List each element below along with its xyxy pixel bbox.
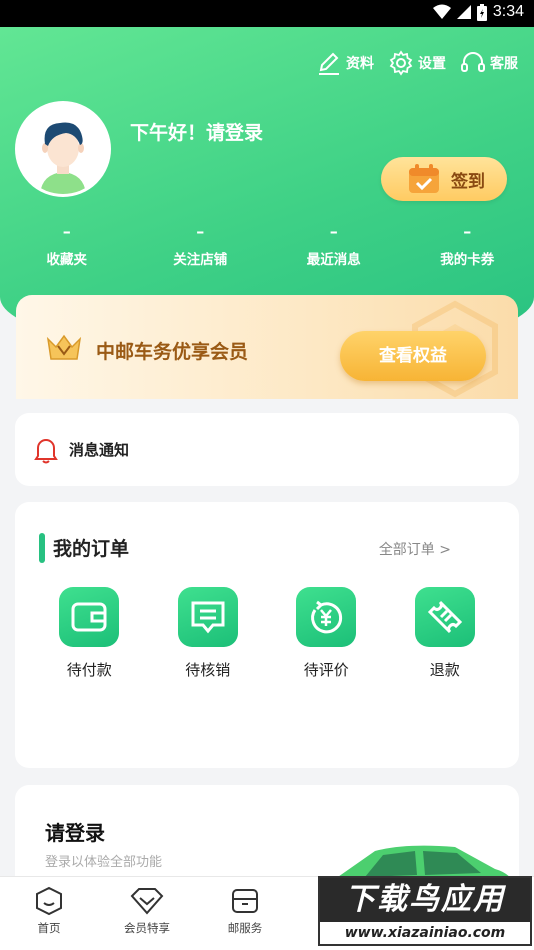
bell-icon: [34, 438, 58, 463]
stat-label: 收藏夹: [46, 252, 88, 268]
watermark: 下载鸟应用 www.xiazainiao.com: [318, 876, 532, 946]
greeting-text[interactable]: 下午好！请登录: [130, 118, 263, 145]
stat-value: –: [62, 222, 71, 241]
profile-stats: – 收藏夹 – 关注店铺 – 最近消息 – 我的卡券: [0, 222, 534, 268]
profile-info-button[interactable]: 资料: [316, 50, 374, 76]
battery-icon: [476, 3, 487, 21]
vip-banner[interactable]: 中邮车务优享会员 查看权益: [16, 295, 518, 399]
all-orders-link[interactable]: 全部订单 >: [379, 539, 451, 559]
stat-value: –: [196, 222, 205, 241]
order-refund[interactable]: 退款: [386, 587, 505, 680]
stat-label: 最近消息: [306, 252, 361, 268]
customer-service-button[interactable]: 客服: [460, 50, 518, 76]
header-actions: 资料 设置 客服: [316, 50, 518, 76]
diamond-icon: [130, 888, 164, 915]
settings-button[interactable]: 设置: [388, 50, 446, 76]
status-time: 3:34: [492, 3, 524, 20]
stat-label: 我的卡券: [440, 252, 495, 268]
orders-title: 我的订单: [53, 538, 130, 560]
view-benefits-button[interactable]: 查看权益: [340, 331, 486, 381]
headset-icon: [461, 52, 485, 72]
ticket-icon: [414, 587, 475, 647]
order-status-label: 退款: [429, 661, 460, 679]
user-avatar-icon: [18, 104, 108, 194]
order-status-list: 待付款 待核销 待评价 退款: [30, 587, 504, 680]
box-icon: [232, 889, 258, 913]
order-status-label: 待评价: [303, 661, 349, 679]
home-icon: [36, 886, 62, 916]
customer-service-label: 客服: [490, 56, 518, 72]
crown-icon: [46, 334, 82, 360]
signin-button[interactable]: 签到: [381, 157, 507, 201]
order-pending-review[interactable]: 待评价: [267, 587, 386, 680]
vip-title: 中邮车务优享会员: [96, 341, 249, 363]
tab-member-perks[interactable]: 会员特享: [98, 877, 196, 950]
my-orders-card: 我的订单 全部订单 > 待付款 待核销 待评价 退款: [15, 502, 519, 768]
tab-label: 邮服务: [227, 921, 263, 935]
tab-postal-service[interactable]: 邮服务: [196, 877, 294, 950]
stat-label: 关注店铺: [173, 252, 228, 268]
message-notice-row[interactable]: 消息通知: [15, 413, 519, 486]
order-status-label: 待核销: [185, 661, 231, 679]
profile-info-label: 资料: [346, 56, 374, 72]
login-title: 请登录: [45, 821, 105, 845]
order-pending-payment[interactable]: 待付款: [30, 587, 149, 680]
order-status-label: 待付款: [66, 661, 112, 679]
stat-coupons[interactable]: – 我的卡券: [401, 222, 534, 268]
calendar-check-icon: [409, 164, 439, 193]
gear-icon: [389, 50, 413, 76]
tab-home[interactable]: 首页: [0, 877, 98, 950]
signal-icon: [456, 5, 471, 19]
yuan-refresh-icon: [296, 587, 357, 647]
edit-icon: [319, 52, 339, 75]
stat-recent-messages[interactable]: – 最近消息: [267, 222, 401, 268]
notice-label: 消息通知: [69, 441, 130, 459]
tab-label: 会员特享: [124, 921, 170, 935]
tab-label: 首页: [37, 921, 61, 935]
status-bar: 3:34: [0, 0, 534, 27]
settings-label: 设置: [418, 56, 446, 72]
section-accent-bar: [39, 533, 45, 563]
watermark-title: 下载鸟应用: [320, 878, 530, 922]
login-subtitle: 登录以体验全部功能: [45, 855, 163, 870]
wallet-icon: [59, 587, 120, 647]
watermark-url: www.xiazainiao.com: [344, 925, 506, 941]
wifi-icon: [432, 4, 451, 19]
message-icon: [177, 587, 238, 647]
signin-label: 签到: [451, 171, 485, 192]
stat-followed-shops[interactable]: – 关注店铺: [134, 222, 268, 268]
avatar[interactable]: [15, 101, 111, 197]
order-pending-redeem[interactable]: 待核销: [149, 587, 268, 680]
stat-value: –: [329, 222, 338, 241]
stat-favorites[interactable]: – 收藏夹: [0, 222, 134, 268]
stat-value: –: [463, 222, 472, 241]
